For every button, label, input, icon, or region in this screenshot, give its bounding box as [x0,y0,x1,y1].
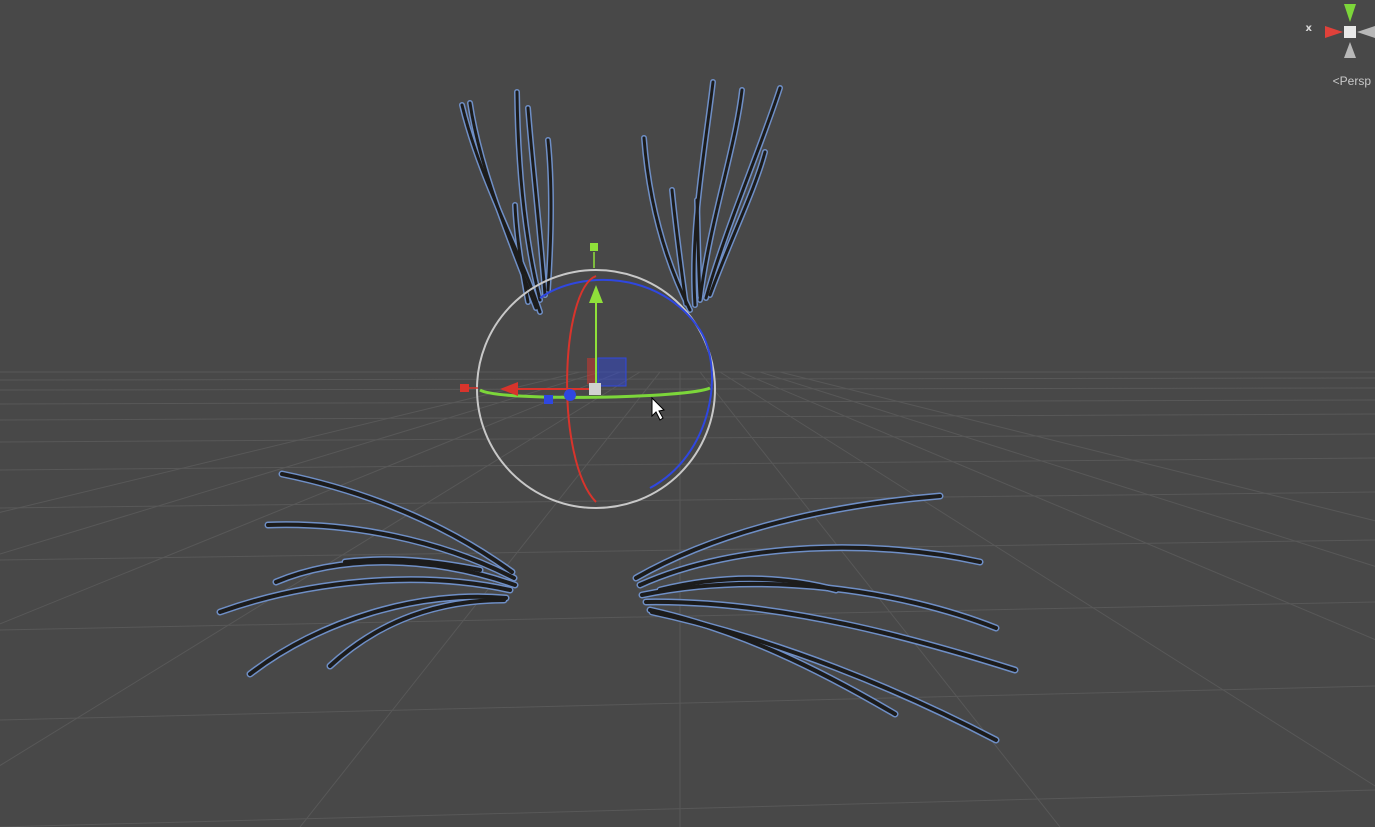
move-handle-z[interactable] [564,389,576,401]
chevron-left-icon: < [1332,74,1340,88]
scale-handle-y[interactable] [590,243,598,251]
projection-toggle[interactable]: <Persp [1333,74,1371,88]
gizmo-neg-y-cone-icon[interactable] [1344,42,1356,58]
gizmo-x-cone-icon[interactable] [1325,26,1343,38]
strand-group-top-right[interactable] [641,79,783,313]
gizmo-axis-label: x [1305,23,1312,34]
projection-label: Persp [1339,74,1371,88]
move-arrow-y[interactable] [589,285,603,303]
gizmo-neg-x-cone-icon[interactable] [1357,26,1375,38]
scene-viewport[interactable]: x <Persp [0,0,1375,827]
center-handle[interactable] [589,383,601,395]
gizmo-y-cone-icon[interactable] [1344,4,1356,22]
plane-handle-xy[interactable] [597,357,627,387]
strand-group-top-left[interactable] [459,89,554,315]
gizmo-center-cube-icon[interactable] [1344,26,1356,38]
scale-handle-z[interactable] [544,395,553,404]
strand-group-bottom-right[interactable] [632,492,1019,744]
plane-handle-yz[interactable] [587,358,595,384]
scale-handle-x[interactable] [460,384,469,392]
